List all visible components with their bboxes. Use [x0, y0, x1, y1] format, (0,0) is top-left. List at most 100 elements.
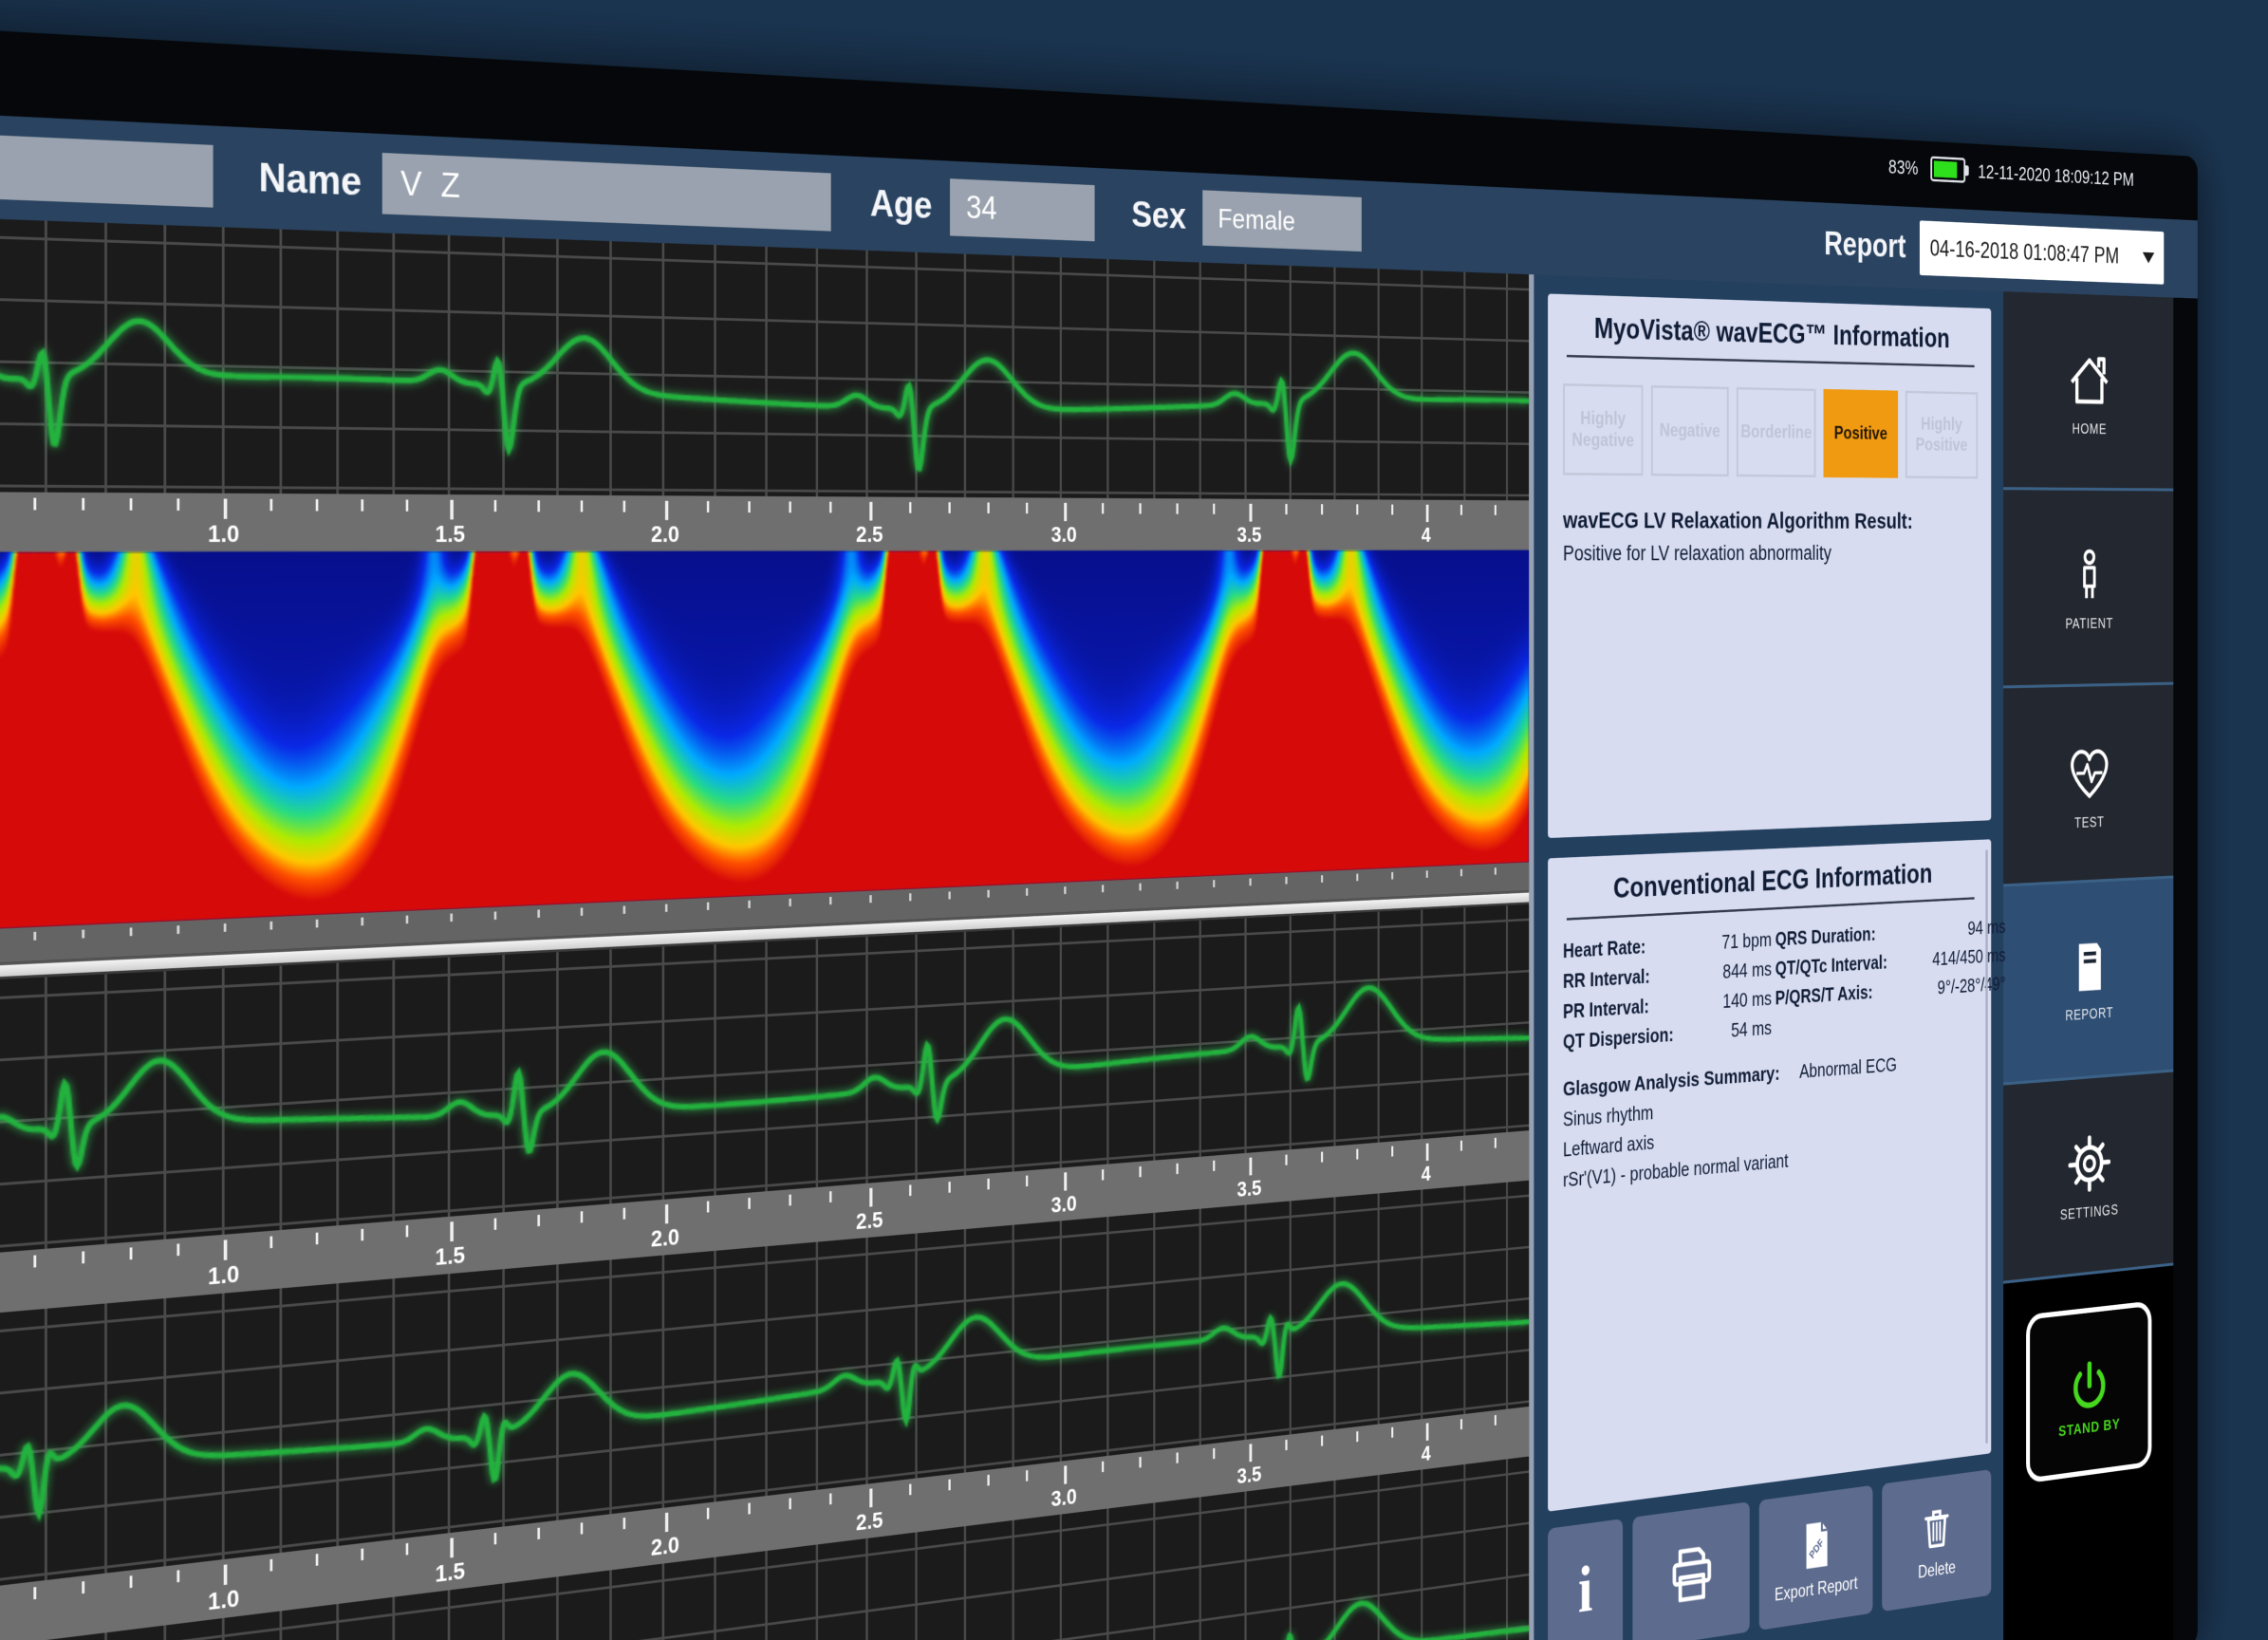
axis-tick [177, 498, 179, 511]
stat-value: 54 ms [1695, 1017, 1772, 1045]
axis-tick [789, 899, 790, 906]
print-button[interactable] [1632, 1501, 1750, 1640]
axis-tick [450, 1538, 454, 1557]
axis-tick [1102, 885, 1104, 892]
axis-tick [537, 909, 540, 917]
wavecg-panel-title: MyoVista® wavECG™ Information [1563, 311, 1978, 355]
stat-value: 94 ms [1916, 917, 2006, 943]
axis-tick-label: 1.5 [435, 520, 465, 548]
wavecg-btn-borderline[interactable]: Borderline [1737, 387, 1816, 477]
axis-tick [1285, 1440, 1287, 1450]
axis-tick [82, 1581, 84, 1593]
wavecg-btn-negative[interactable]: Negative [1651, 385, 1729, 476]
axis-tick [789, 1498, 790, 1509]
report-dropdown[interactable]: 04-16-2018 01:08:47 PM [1920, 220, 2164, 284]
stat-value: 71 bpm [1695, 929, 1772, 956]
axis-tick [1426, 1144, 1429, 1162]
axis-tick [494, 500, 497, 512]
axis-tick [1064, 1465, 1067, 1484]
axis-tick [1391, 1427, 1393, 1438]
axis-tick [869, 502, 872, 521]
axis-tick [1495, 1415, 1497, 1426]
axis-tick [1285, 877, 1287, 885]
axis-tick [748, 1198, 750, 1209]
axis-tick [909, 502, 911, 513]
sex-input[interactable]: Female [1202, 190, 1362, 252]
home-icon [2063, 344, 2115, 414]
axis-tick [537, 1528, 540, 1539]
report-dropdown-value: 04-16-2018 01:08:47 PM [1930, 235, 2139, 270]
sidebar-item-label: REPORT [2065, 1004, 2113, 1024]
axis-tick [1026, 888, 1028, 896]
axis-tick [829, 1493, 831, 1504]
battery-icon [1930, 157, 1965, 183]
axis-tick [82, 1251, 84, 1263]
device-screen: 83% 12-11-2020 18:09:12 PM Name V Z Age … [0, 27, 2198, 1640]
stat-value: 9°/-28°/49° [1916, 974, 2006, 1001]
standby-button[interactable]: STAND BY [2026, 1301, 2151, 1484]
sidebar-item-report[interactable]: REPORT [2003, 879, 2173, 1086]
axis-tick [581, 907, 584, 915]
sidebar-item-label: TEST [2074, 814, 2104, 832]
info-button[interactable]: i [1548, 1519, 1623, 1640]
axis-tick [748, 901, 750, 908]
axis-tick [948, 1480, 950, 1491]
name-input[interactable]: V Z [382, 153, 831, 232]
wavecg-btn-highly-positive[interactable]: Highly Positive [1905, 391, 1979, 479]
axis-tick [1102, 1462, 1104, 1473]
axis-tick [869, 1188, 872, 1207]
sidebar-item-test[interactable]: TEST [2003, 685, 2173, 887]
axis-tick [361, 1229, 363, 1241]
status-bar: 83% 12-11-2020 18:09:12 PM [1888, 154, 2134, 192]
axis-tick [1495, 505, 1497, 515]
axis-tick [270, 499, 272, 512]
axis-tick [707, 501, 709, 512]
sidebar-item-patient[interactable]: PATIENT [2003, 490, 2173, 688]
wavecg-result-scale: Highly Negative Negative Borderline Posi… [1563, 383, 1978, 478]
stat-label: RR Interval: [1563, 963, 1691, 994]
sidebar-item-settings[interactable]: SETTINGS [2003, 1072, 2173, 1283]
axis-tick [494, 1533, 497, 1544]
pdf-file-icon: PDF [1794, 1513, 1839, 1577]
stat-label: Heart Rate: [1563, 934, 1691, 963]
wavecg-btn-positive[interactable]: Positive [1824, 389, 1898, 478]
axis-tick [948, 891, 950, 899]
axis-tick [869, 895, 871, 903]
axis-tick [224, 923, 227, 932]
axis-tick [1356, 1431, 1358, 1442]
export-report-button[interactable]: PDF Export Report [1759, 1485, 1872, 1631]
sex-label: Sex [1131, 195, 1186, 238]
axis-tick [406, 499, 409, 511]
axis-tick [1321, 875, 1323, 883]
export-report-label: Export Report [1775, 1573, 1858, 1605]
axis-tick [130, 927, 133, 936]
delete-button[interactable]: Delete [1882, 1469, 1991, 1612]
delete-label: Delete [1918, 1556, 1956, 1582]
axis-tick [270, 1236, 272, 1248]
axis-tick [707, 903, 709, 910]
axis-tick-label: 3.5 [1236, 1175, 1261, 1202]
stat-value: 414/450 ms [1916, 945, 2006, 972]
stat-label: QRS Duration: [1775, 922, 1912, 951]
axis-tick [82, 498, 84, 511]
axis-tick [406, 1225, 409, 1238]
axis-tick [224, 1239, 228, 1260]
axis-tick [1460, 505, 1462, 515]
axis-tick [1213, 504, 1215, 514]
axis-tick [1356, 874, 1358, 882]
age-input[interactable]: 34 [950, 178, 1095, 241]
axis-tick [130, 498, 133, 511]
axis-tick [581, 1211, 584, 1222]
axis-tick [130, 1575, 133, 1588]
axis-tick [130, 1247, 133, 1259]
axis-tick [316, 1554, 319, 1566]
axis-tick [1249, 1158, 1252, 1176]
axis-tick [177, 925, 179, 934]
axis-tick [707, 1202, 709, 1213]
stat-value: 844 ms [1695, 959, 1772, 985]
sidebar-item-home[interactable]: HOME [2003, 291, 2173, 491]
axis-tick [1176, 1164, 1178, 1174]
wavecg-btn-highly-negative[interactable]: Highly Negative [1563, 383, 1643, 475]
unlabeled-field[interactable] [0, 133, 214, 208]
axis-tick [665, 1513, 668, 1533]
